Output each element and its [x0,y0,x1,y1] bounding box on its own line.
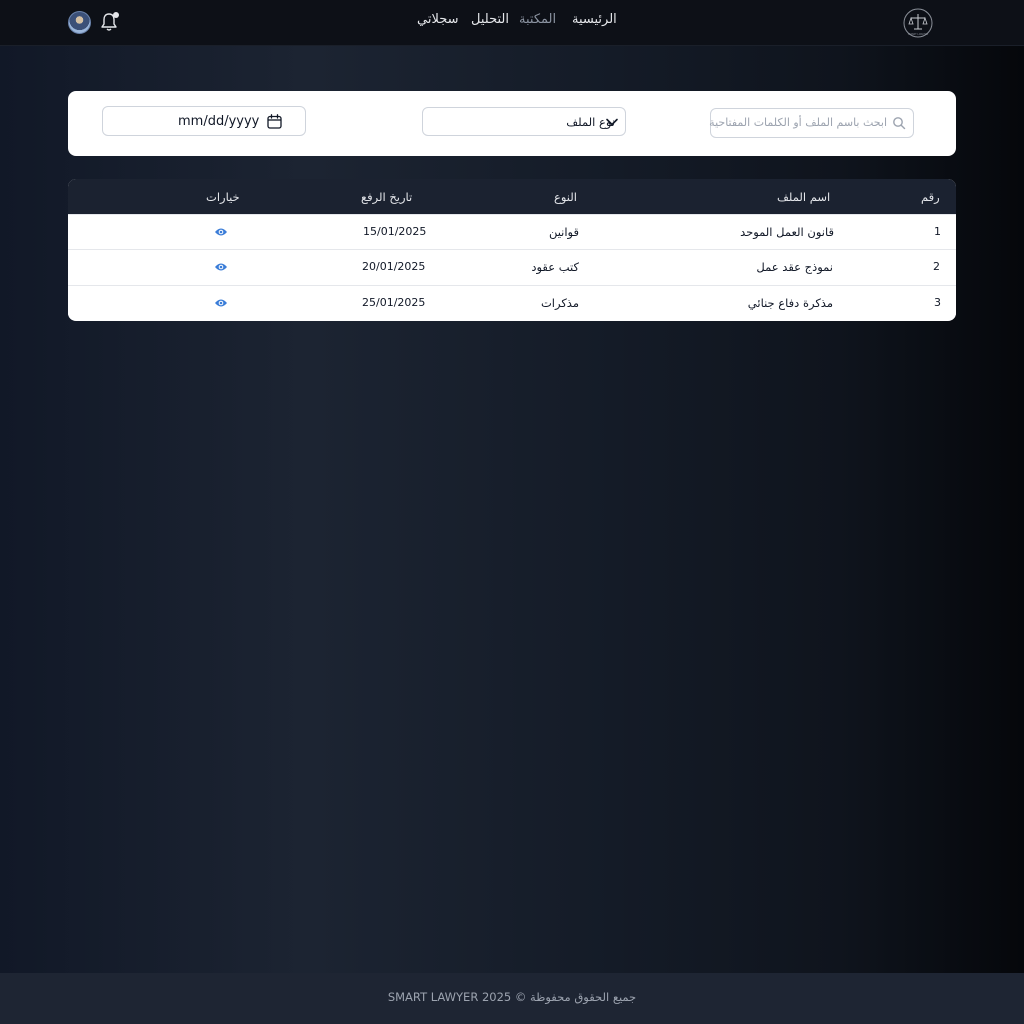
cell-type: قوانين [548,225,579,239]
search-placeholder: ابحث باسم الملف أو الكلمات المفتاحية [709,116,887,129]
header-file-name: اسم الملف [777,190,831,204]
date-input[interactable]: mm/dd/yyyy [102,106,306,136]
header-num: رقم [921,190,940,204]
header-type: النوع [554,190,577,204]
top-navbar: SMART LAWYER الرئيسية المكتبة التحليل سج… [0,0,1024,46]
files-table: رقم اسم الملف النوع تاريخ الرفع خيارات 1… [68,179,956,321]
notification-dot [113,12,119,18]
table-row: 2 نموذج عقد عمل كتب عقود 20/01/2025 [68,249,956,284]
header-options: خيارات [206,190,240,204]
table-row: 3 مذكرة دفاع جنائي مذكرات 25/01/2025 [68,285,956,320]
filter-card: ابحث باسم الملف أو الكلمات المفتاحية نوع… [68,91,956,156]
cell-date: 25/01/2025 [362,296,426,309]
cell-file-name: مذكرة دفاع جنائي [747,296,833,310]
cell-num: 1 [934,225,941,238]
cell-date: 20/01/2025 [362,260,426,273]
cell-type: كتب عقود [531,260,579,274]
table-header: رقم اسم الملف النوع تاريخ الرفع خيارات [68,179,956,214]
cell-type: مذكرات [540,296,579,310]
copyright-text: جميع الحقوق محفوظة © SMART LAWYER 2025 [387,990,637,1004]
eye-icon[interactable] [214,226,228,238]
avatar[interactable] [68,11,91,34]
header-upload-date: تاريخ الرفع [361,190,413,204]
cell-file-name: قانون العمل الموحد [740,225,834,239]
scales-logo-icon[interactable]: SMART LAWYER [902,8,934,40]
chevron-down-icon [606,118,618,126]
cell-file-name: نموذج عقد عمل [756,260,833,274]
file-type-select[interactable]: نوع الملف [422,107,626,136]
logo-text: SMART LAWYER [908,32,929,36]
nav-library[interactable]: المكتبة [519,12,556,27]
eye-icon[interactable] [214,261,228,273]
cell-num: 2 [933,260,940,273]
nav-home[interactable]: الرئيسية [572,12,617,27]
cell-num: 3 [934,296,941,309]
date-value: mm/dd/yyyy [178,114,260,129]
eye-icon[interactable] [214,297,228,309]
search-input[interactable]: ابحث باسم الملف أو الكلمات المفتاحية [709,108,914,138]
cell-date: 15/01/2025 [363,225,427,238]
table-row: 1 قانون العمل الموحد قوانين 15/01/2025 [68,214,956,249]
search-icon [893,117,906,130]
calendar-icon[interactable] [266,113,283,130]
footer: جميع الحقوق محفوظة © SMART LAWYER 2025 [0,973,1024,1024]
nav-analysis[interactable]: التحليل [471,12,509,27]
app-frame: SMART LAWYER الرئيسية المكتبة التحليل سج… [0,0,1024,1024]
nav-my-records[interactable]: سجلاتي [417,12,459,27]
